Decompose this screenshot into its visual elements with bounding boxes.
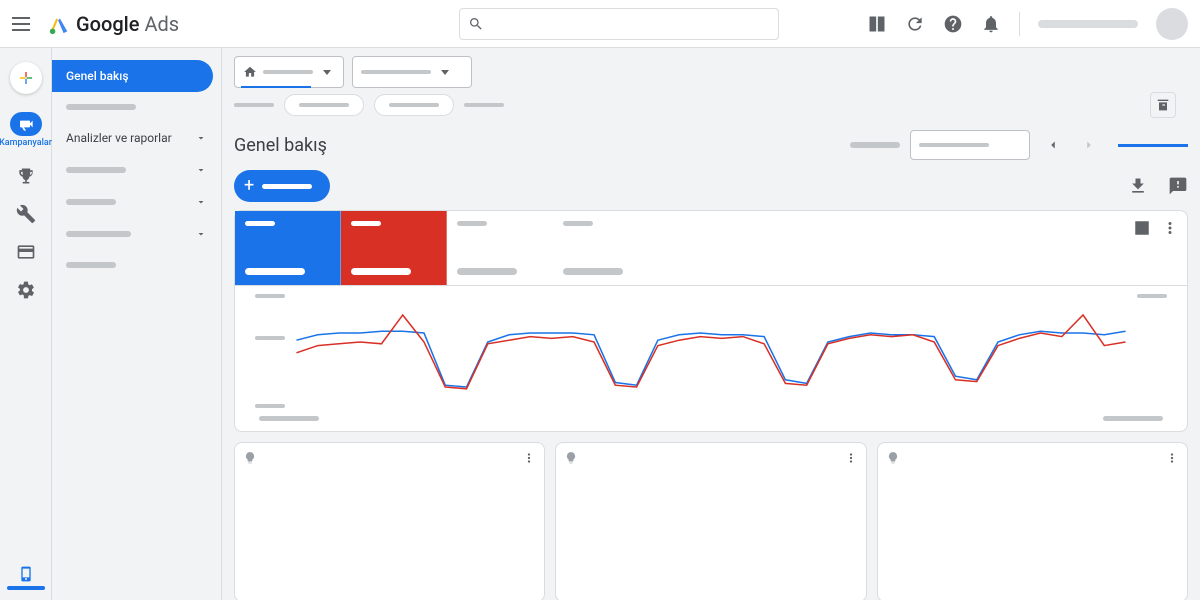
filter-chip[interactable] (284, 94, 364, 116)
active-indicator (1118, 144, 1188, 147)
metric-tile-2[interactable] (341, 211, 447, 285)
y-axis-label-left (255, 336, 285, 340)
sidebar-overview-label: Genel bakış (66, 69, 129, 83)
sidebar-item-insights[interactable]: Analizler ve raporlar (52, 122, 221, 154)
create-button[interactable] (10, 62, 42, 94)
sidebar-item-3[interactable] (52, 186, 221, 218)
megaphone-icon (18, 116, 34, 132)
notifications-icon[interactable] (981, 14, 1001, 34)
sidebar-item-overview[interactable]: Genel bakış (52, 60, 213, 92)
y-axis-label-left (255, 294, 285, 298)
rail-campaigns-label: Kampanyalar (0, 138, 52, 148)
title-placeholder (850, 142, 900, 148)
chevron-down-icon (195, 132, 207, 144)
more-icon[interactable] (1165, 451, 1179, 465)
tools-icon[interactable] (16, 204, 36, 224)
next-period[interactable] (1076, 132, 1102, 158)
bulb-icon (886, 451, 900, 465)
search-input[interactable] (492, 16, 770, 31)
chart-end-label (1103, 416, 1163, 421)
rail-campaigns[interactable]: Kampanyalar (0, 112, 52, 148)
account-label-placeholder (1038, 20, 1138, 28)
rail-bottom-placeholder (7, 586, 45, 590)
more-icon[interactable] (844, 451, 858, 465)
search-icon (468, 16, 484, 32)
metric-tile-1[interactable] (235, 211, 341, 285)
hamburger-menu[interactable] (12, 12, 36, 36)
avatar[interactable] (1156, 8, 1188, 40)
sidebar-item-2[interactable] (52, 154, 221, 186)
separator (1019, 12, 1020, 36)
filter-chip-placeholder (234, 103, 274, 107)
scope-dropdown[interactable] (352, 56, 472, 88)
performance-card (234, 210, 1188, 432)
refresh-icon[interactable] (905, 14, 925, 34)
settings-icon[interactable] (16, 280, 36, 300)
date-range-dropdown[interactable] (910, 130, 1030, 160)
feedback-icon[interactable] (1168, 176, 1188, 196)
product-logo: Google Ads (48, 12, 179, 36)
page-title: Genel bakış (234, 135, 327, 156)
metric-tile-3[interactable] (447, 211, 553, 285)
chevron-down-icon (195, 196, 207, 208)
sidebar-placeholder[interactable] (66, 262, 116, 268)
more-icon[interactable] (1161, 219, 1179, 237)
prev-period[interactable] (1040, 132, 1066, 158)
account-dropdown[interactable] (234, 56, 344, 88)
chart-settings-icon[interactable] (1133, 219, 1151, 237)
insight-card-3 (877, 442, 1188, 600)
insight-card-1 (234, 442, 545, 600)
y-axis-label-right (1137, 294, 1167, 298)
chart-start-label (259, 416, 319, 421)
home-icon (243, 65, 257, 79)
product-name-bold: Google (76, 12, 139, 36)
filter-chip-placeholder (464, 103, 504, 107)
bulb-icon (243, 451, 257, 465)
new-button[interactable]: + (234, 170, 330, 202)
product-name-light: Ads (144, 12, 179, 36)
more-icon[interactable] (522, 451, 536, 465)
archive-icon (1155, 97, 1171, 113)
google-ads-logo-icon (48, 13, 70, 35)
bulb-icon (564, 451, 578, 465)
metric-tile-4[interactable] (553, 211, 659, 285)
appearance-icon[interactable] (867, 14, 887, 34)
chevron-down-icon (195, 228, 207, 240)
billing-icon[interactable] (16, 242, 36, 262)
plus-multicolor-icon (17, 69, 35, 87)
download-icon[interactable] (1128, 176, 1148, 196)
filter-chip[interactable] (374, 94, 454, 116)
chevron-down-icon (195, 164, 207, 176)
performance-chart (255, 296, 1167, 406)
sidebar-item-4[interactable] (52, 218, 221, 250)
search-box[interactable] (459, 8, 779, 40)
sidebar-insights-label: Analizler ve raporlar (66, 131, 172, 145)
y-axis-label-left (255, 404, 285, 408)
help-icon[interactable] (943, 14, 963, 34)
archive-button[interactable] (1150, 92, 1176, 118)
sidebar-placeholder[interactable] (66, 104, 136, 110)
mobile-icon[interactable] (18, 566, 34, 582)
trophy-icon[interactable] (16, 166, 36, 186)
insight-card-2 (555, 442, 866, 600)
